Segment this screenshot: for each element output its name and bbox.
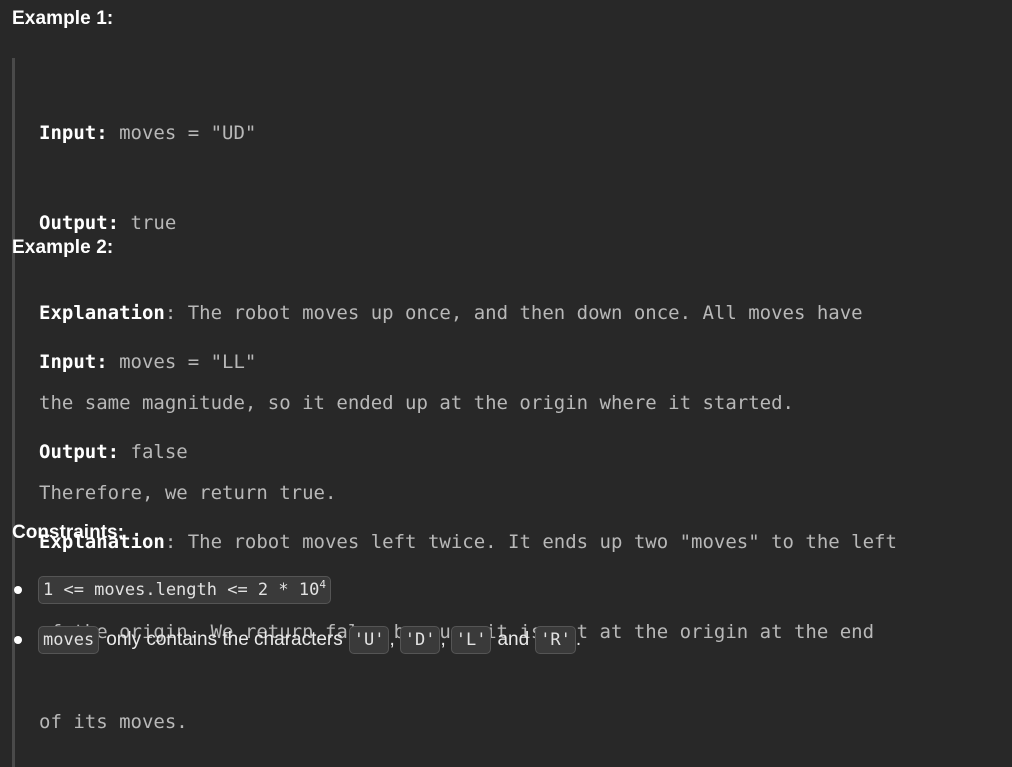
constraint-text-only: only contains the characters — [106, 629, 343, 650]
sentence-end: . — [575, 629, 582, 650]
constraint-code-base: 1 <= moves.length <= 2 * 10 — [43, 580, 320, 600]
constraint-text-and: and — [497, 629, 530, 650]
code-moves: moves — [38, 626, 100, 654]
bullet-icon — [14, 586, 22, 594]
code-d: 'D' — [399, 626, 441, 654]
input-value: moves = "LL" — [107, 351, 257, 373]
code-u: 'U' — [348, 626, 390, 654]
example-1-input-line: Input: moves = "UD" — [39, 118, 1002, 148]
input-value: moves = "UD" — [107, 122, 257, 144]
example-2-output-line: Output: false — [39, 437, 1002, 467]
separator-comma: , — [440, 629, 446, 650]
example-2-explanation-line-3: of its moves. — [39, 711, 188, 733]
output-value: false — [119, 441, 188, 463]
constraint-code-exponent: 4 — [319, 578, 326, 591]
input-label: Input: — [39, 351, 108, 373]
constraint-code: 1 <= moves.length <= 2 * 104 — [38, 576, 331, 604]
constraint-item-1: 1 <= moves.length <= 2 * 104 — [12, 576, 331, 604]
output-value: true — [119, 212, 177, 234]
example-2-input-line: Input: moves = "LL" — [39, 347, 1002, 377]
example-1-heading: Example 1: — [12, 8, 114, 29]
example-2-explanation-line-1: Explanation: The robot moves left twice.… — [39, 527, 1002, 557]
code-r: 'R' — [535, 626, 576, 654]
constraints-heading: Constraints: — [12, 522, 124, 543]
example-1-output-line: Output: true — [39, 208, 1002, 238]
example-2-block: Input: moves = "LL" Output: false Explan… — [12, 287, 1002, 767]
output-label: Output: — [39, 441, 120, 463]
output-label: Output: — [39, 212, 120, 234]
constraint-item-2: moves only contains the characters 'U' ,… — [12, 626, 581, 654]
bullet-icon — [14, 636, 22, 644]
code-l: 'L' — [450, 626, 492, 654]
separator-comma: , — [389, 629, 395, 650]
explanation-text: : The robot moves left twice. It ends up… — [164, 531, 897, 553]
example-2-heading: Example 2: — [12, 237, 114, 258]
input-label: Input: — [39, 122, 108, 144]
